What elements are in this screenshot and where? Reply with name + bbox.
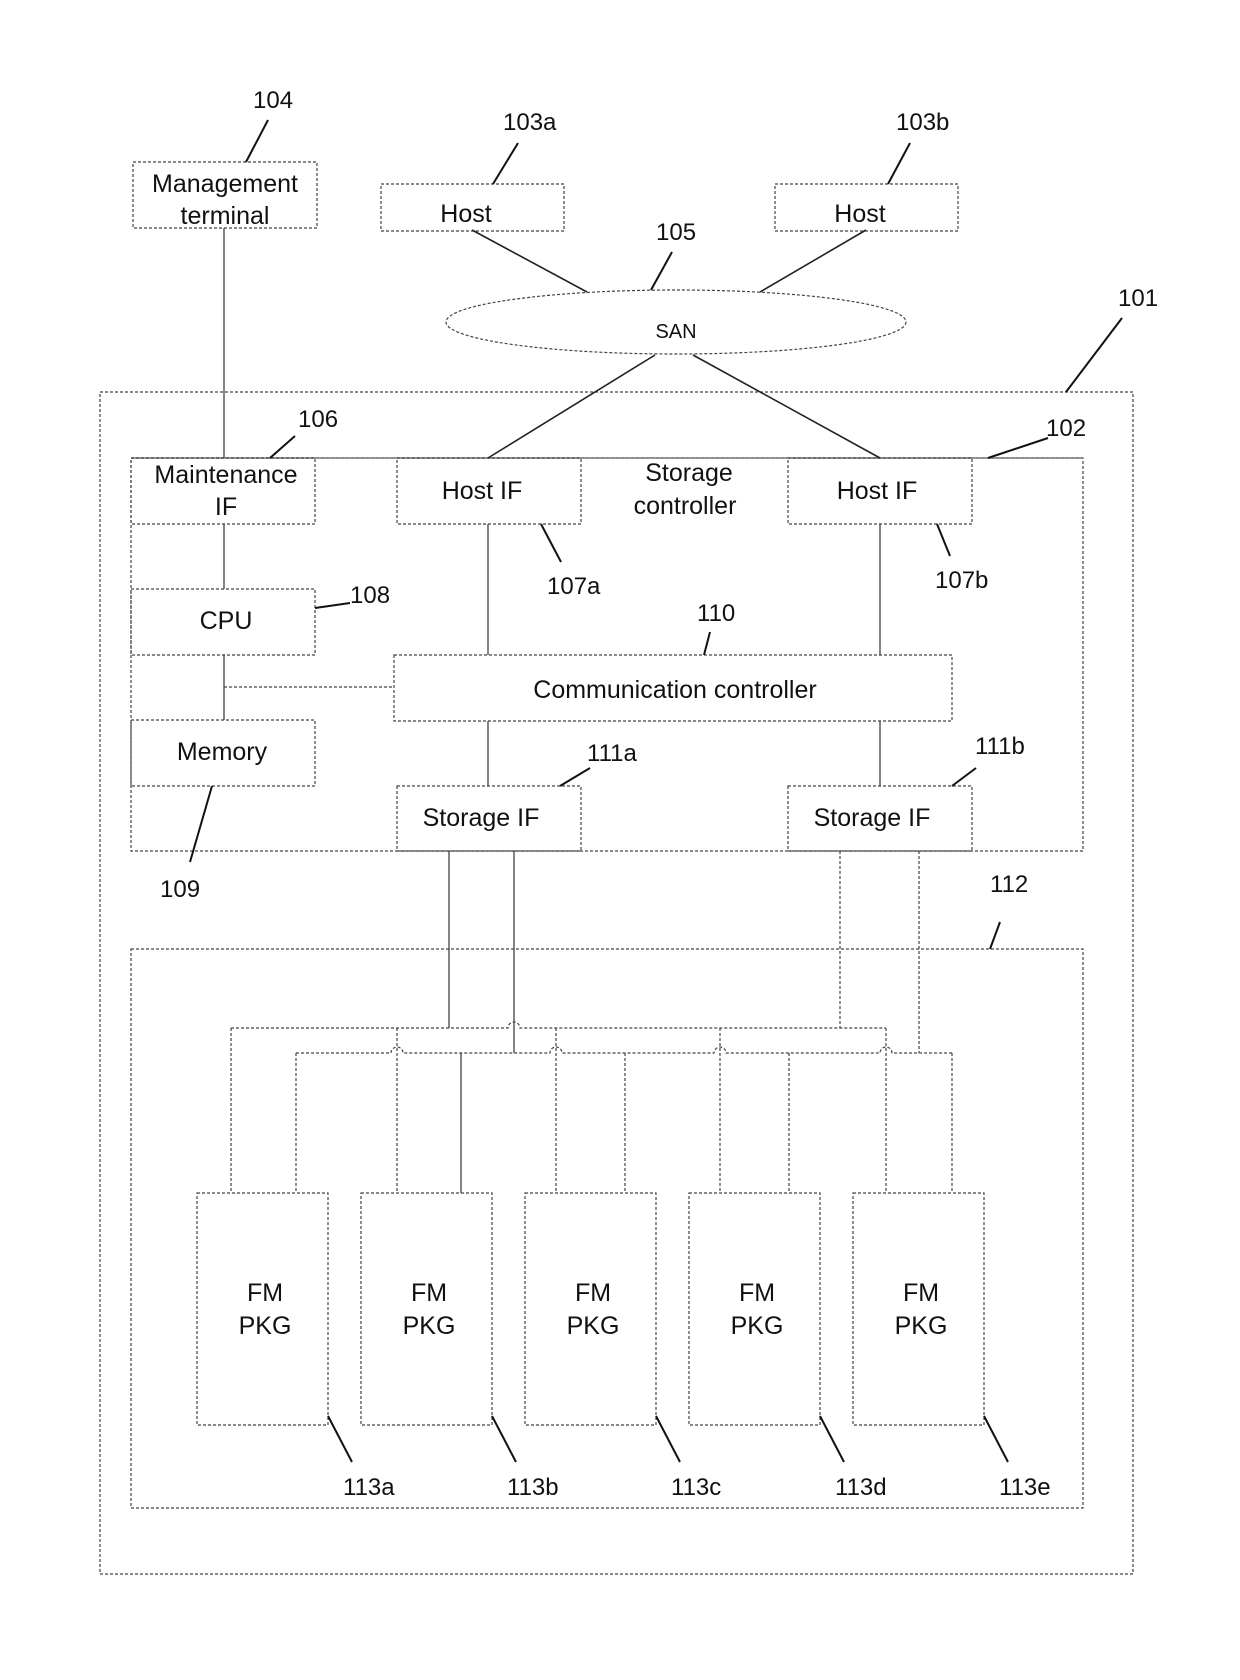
communication-controller-block: Communication controller 110 [393,600,953,722]
link-host-a-san [471,229,588,293]
fm-package-label-line2: PKG [567,1312,620,1340]
fm-package-label-line2: PKG [239,1312,292,1340]
storage-if-a-block: Storage IF 111a [396,740,637,852]
ref-leader-113d [819,1415,845,1463]
ref-leader-111a [559,767,591,787]
fm-package-label-line1: FM [903,1279,939,1307]
fm-bus-wiring [230,851,953,1193]
ref-113e: 113e [999,1474,1051,1501]
maintenance-if-label-line2: IF [215,493,237,521]
fm-package-113c: FM PKG 113c [524,1192,721,1501]
memory-block: Memory 109 [130,719,316,903]
ref-leader-111b [951,767,977,787]
ref-leader-112 [989,921,1001,950]
fm-package-box [852,1192,985,1426]
ref-leader-101 [1065,317,1123,393]
ref-101: 101 [1118,285,1158,312]
ref-leader-110 [703,631,711,656]
ref-109: 109 [160,876,200,903]
ref-leader-106 [269,435,296,459]
ref-leader-113e [983,1415,1009,1463]
ref-leader-108 [314,602,351,609]
fm-package-label-line1: FM [739,1279,775,1307]
fm-package-box [688,1192,821,1426]
ref-107a: 107a [547,573,601,600]
ref-leader-113c [655,1415,681,1463]
fm-package-label-line2: PKG [403,1312,456,1340]
storage-if-b-block: Storage IF 111b [787,733,1025,852]
ref-leader-113a [327,1415,353,1463]
communication-controller-label: Communication controller [533,676,816,704]
ref-113a: 113a [343,1474,395,1501]
ref-108: 108 [350,582,390,609]
link-host-b-san [759,229,867,293]
storage-system-diagram: Management terminal 104 Host 103a Host 1… [99,87,1158,1575]
storage-if-a-label: Storage IF [423,804,540,832]
fm-package-113e: FM PKG 113e [852,1192,1051,1501]
fm-package-113a: FM PKG 113a [196,1192,395,1501]
host-if-b-label: Host IF [837,477,918,505]
ref-106: 106 [298,406,338,433]
ref-110: 110 [697,600,735,627]
host-if-a-block: Host IF 107a [396,457,601,600]
ref-113c: 113c [671,1474,721,1501]
ref-leader-107b [936,523,951,557]
fm-package-113d: FM PKG 113d [688,1192,887,1501]
host-a-label: Host [440,200,491,228]
ref-113d: 113d [835,1474,887,1501]
ref-103b: 103b [896,109,949,136]
ref-leader-102 [987,437,1049,459]
ref-104: 104 [253,87,293,114]
management-terminal-block: Management terminal 104 [132,87,318,230]
host-b-label: Host [834,200,885,228]
fm-package-box [524,1192,657,1426]
san-block: SAN 105 [445,219,907,355]
ref-111b: 111b [975,733,1025,760]
ref-112: 112 [990,871,1028,898]
fm-package-113b: FM PKG 113b [360,1192,559,1501]
fm-package-box [360,1192,493,1426]
fm-package-label-line1: FM [575,1279,611,1307]
ref-113b: 113b [507,1474,559,1501]
fm-package-label-line2: PKG [731,1312,784,1340]
management-terminal-label-line1: Management [152,170,298,198]
cpu-label: CPU [200,607,253,635]
link-san-host-if-a [487,354,656,459]
host-if-b-block: Host IF 107b [787,457,988,594]
ref-102: 102 [1046,415,1086,442]
host-a-block: Host 103a [380,109,565,232]
link-san-host-if-b [692,354,881,459]
storage-if-b-label: Storage IF [814,804,931,832]
ref-103a: 103a [503,109,557,136]
management-terminal-label-line2: terminal [181,202,270,230]
fm-area-box [130,948,1084,1509]
maintenance-if-block: Maintenance IF 106 [130,406,338,525]
ref-leader-105 [650,251,673,291]
maintenance-if-label-line1: Maintenance [154,461,297,489]
host-b-block: Host 103b [774,109,959,232]
ref-leader-103a [492,142,519,185]
ref-leader-107a [540,523,562,563]
ref-111a: 111a [587,740,637,767]
ref-107b: 107b [935,567,988,594]
fm-package-label-line1: FM [247,1279,283,1307]
fm-package-box [196,1192,329,1426]
storage-controller-label-line2: controller [634,492,737,520]
fm-package-label-line1: FM [411,1279,447,1307]
lower-bus [296,1046,952,1054]
ref-leader-113b [491,1415,517,1463]
storage-controller-label-line1: Storage [645,459,733,487]
san-label: SAN [655,321,696,343]
ref-105: 105 [656,219,696,246]
cpu-block: CPU 108 [130,582,390,656]
fm-package-label-line2: PKG [895,1312,948,1340]
ref-leader-103b [887,142,911,185]
memory-label: Memory [177,738,268,766]
upper-bus [231,1021,886,1029]
ref-leader-104 [245,119,269,163]
host-if-a-label: Host IF [442,477,523,505]
